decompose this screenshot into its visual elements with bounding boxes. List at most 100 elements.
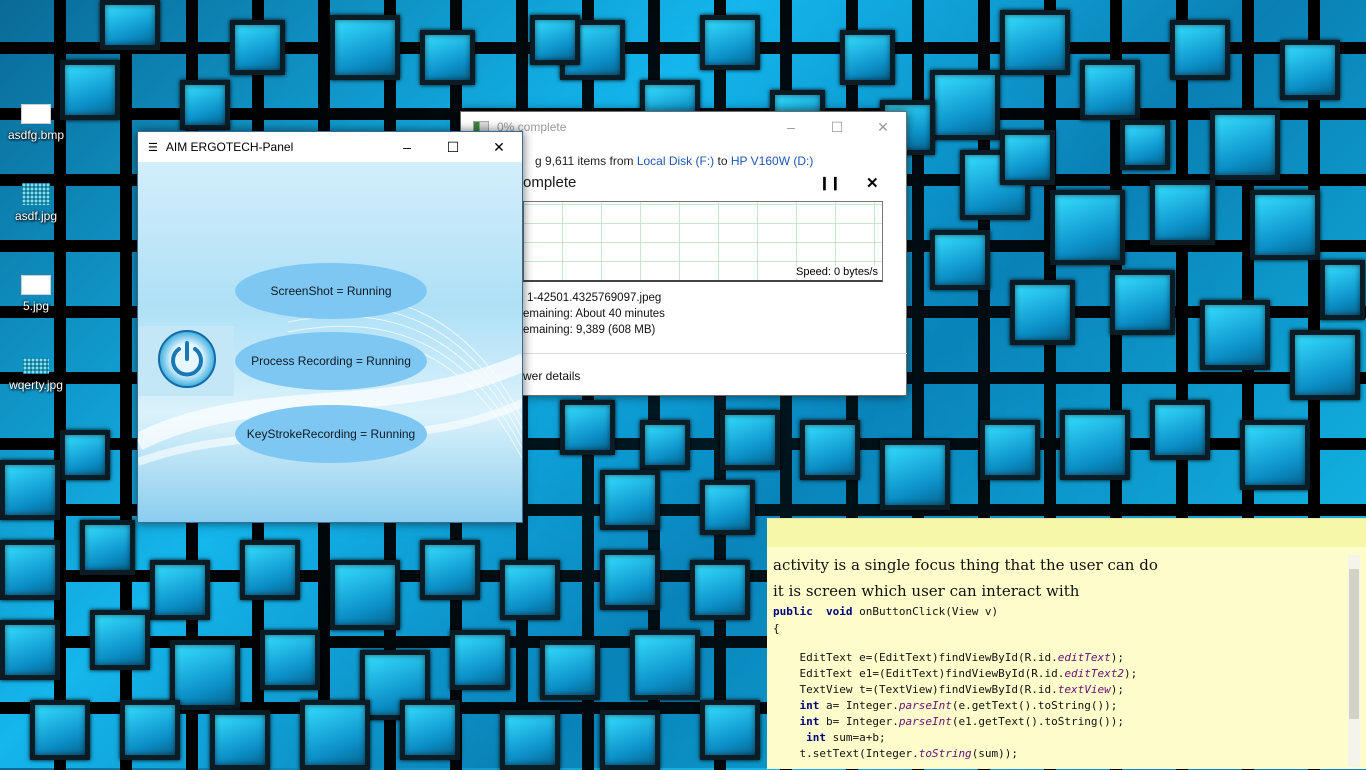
wallpaper-square bbox=[530, 15, 580, 65]
aim-panel-window[interactable]: ☰ AIM ERGOTECH-Panel – ☐ ✕ ScreenShot = … bbox=[137, 131, 523, 523]
source-link[interactable]: Local Disk (F:) bbox=[637, 154, 714, 168]
desktop-icon-label: wqerty.jpg bbox=[9, 378, 63, 392]
code-line-3: TextView t=(TextView)findViewById(R.id.t… bbox=[773, 683, 1124, 696]
wallpaper-square bbox=[180, 80, 230, 130]
code-text: EditText e1=(EditText)findViewById(R.id. bbox=[773, 667, 1065, 680]
close-button[interactable]: ✕ bbox=[860, 112, 906, 142]
code-text: a= Integer. bbox=[819, 699, 899, 712]
code-text: sum=a+b; bbox=[825, 731, 886, 744]
close-icon[interactable]: ✕ bbox=[866, 174, 879, 192]
desktop-icon-asdfg[interactable]: asdfg.bmp bbox=[0, 104, 72, 142]
wallpaper-square bbox=[690, 560, 750, 620]
maximize-button[interactable]: ☐ bbox=[814, 112, 860, 142]
code-line-5: int b= Integer.parseInt(e1.getText().toS… bbox=[773, 715, 1124, 728]
destination-link[interactable]: HP V160W (D:) bbox=[731, 154, 813, 168]
progress-heading: omplete bbox=[523, 174, 577, 191]
speed-graph: Speed: 0 bytes/s bbox=[523, 201, 883, 282]
wallpaper-square bbox=[150, 560, 210, 620]
copy-summary: g 9,611 items from Local Disk (F:) to HP… bbox=[535, 154, 813, 168]
wallpaper-square bbox=[880, 440, 950, 510]
code-keyword: int bbox=[773, 731, 826, 744]
wallpaper-square bbox=[300, 700, 370, 770]
code-identifier: editText bbox=[1057, 651, 1111, 664]
wallpaper-square bbox=[540, 640, 600, 700]
code-line-1: EditText e=(EditText)findViewById(R.id.e… bbox=[773, 651, 1124, 664]
wallpaper-square bbox=[1110, 270, 1175, 335]
fewer-details-toggle[interactable]: wer details bbox=[523, 369, 580, 383]
image-file-icon bbox=[21, 275, 51, 295]
wallpaper-square bbox=[600, 470, 660, 530]
code-text: TextView t=(TextView)findViewById(R.id. bbox=[773, 683, 1058, 696]
code-keyword: int bbox=[773, 699, 820, 712]
code-text: (e1.getText().toString()); bbox=[951, 715, 1125, 728]
code-keyword: public void bbox=[773, 605, 853, 618]
code-text: (sum)); bbox=[971, 747, 1019, 760]
items-remaining: emaining: 9,389 (608 MB) bbox=[523, 324, 656, 336]
note-line-1: activity is a single focus thing that th… bbox=[773, 556, 1158, 574]
copy-progress-window[interactable]: 0% complete – ☐ ✕ g 9,611 items from Loc… bbox=[460, 111, 907, 396]
maximize-button[interactable]: ☐ bbox=[430, 132, 476, 162]
code-text: EditText e=(EditText)findViewById(R.id. bbox=[773, 651, 1058, 664]
wallpaper-square bbox=[1250, 190, 1320, 260]
aim-window-title: AIM ERGOTECH-Panel bbox=[165, 140, 294, 154]
minimize-button[interactable]: – bbox=[768, 112, 814, 142]
close-button[interactable]: ✕ bbox=[476, 132, 522, 162]
wallpaper-square bbox=[560, 400, 615, 455]
wallpaper-square bbox=[1080, 60, 1140, 120]
file-name: 1-42501.4325769097.jpeg bbox=[527, 292, 662, 304]
wallpaper-square bbox=[600, 550, 660, 610]
wallpaper-square bbox=[930, 70, 1000, 140]
aim-titlebar[interactable]: ☰ AIM ERGOTECH-Panel – ☐ ✕ bbox=[138, 132, 522, 162]
wallpaper-square bbox=[230, 20, 285, 75]
wallpaper-square bbox=[840, 30, 895, 85]
code-identifier: parseInt bbox=[898, 699, 952, 712]
image-file-icon bbox=[22, 183, 50, 205]
wallpaper-square bbox=[500, 560, 560, 620]
code-identifier: parseInt bbox=[898, 715, 952, 728]
wallpaper-square bbox=[1050, 190, 1125, 265]
aim-app-icon: ☰ bbox=[148, 141, 158, 154]
wallpaper-square bbox=[30, 700, 90, 760]
note-line-2: it is screen which user can interact wit… bbox=[773, 582, 1080, 600]
copy-summary-text: g 9,611 items from bbox=[535, 154, 634, 168]
process-recording-status-pill[interactable]: Process Recording = Running bbox=[235, 332, 427, 390]
code-line-brace: { bbox=[773, 622, 780, 635]
screenshot-status-pill[interactable]: ScreenShot = Running bbox=[235, 263, 427, 319]
image-file-icon bbox=[23, 358, 49, 374]
desktop-icon-wqerty[interactable]: wqerty.jpg bbox=[0, 358, 72, 392]
image-file-icon bbox=[21, 104, 51, 124]
code-text: t.setText(Integer. bbox=[773, 747, 919, 760]
copy-titlebar[interactable]: 0% complete – ☐ ✕ bbox=[461, 112, 906, 142]
code-text: ); bbox=[1110, 683, 1125, 696]
keystroke-recording-status-pill[interactable]: KeyStrokeRecording = Running bbox=[235, 405, 427, 463]
pause-icon[interactable]: ❙❙ bbox=[819, 175, 841, 191]
wallpaper-square bbox=[330, 560, 400, 630]
code-line-4: int a= Integer.parseInt(e.getText().toSt… bbox=[773, 699, 1117, 712]
code-identifier: editText2 bbox=[1064, 667, 1125, 680]
time-remaining: emaining: About 40 minutes bbox=[523, 308, 665, 320]
copy-window-title: 0% complete bbox=[497, 120, 567, 134]
wallpaper-square bbox=[1060, 410, 1130, 480]
desktop-icon-label: asdf.jpg bbox=[14, 209, 58, 223]
sticky-note[interactable]: activity is a single focus thing that th… bbox=[767, 518, 1366, 769]
desktop-icon-label: asdfg.bmp bbox=[7, 128, 65, 142]
wallpaper-square bbox=[170, 640, 240, 710]
wallpaper-square bbox=[0, 460, 60, 520]
sticky-scrollbar[interactable] bbox=[1348, 555, 1360, 767]
scrollbar-thumb[interactable] bbox=[1349, 569, 1359, 719]
desktop-icon-label: 5.jpg bbox=[22, 299, 50, 313]
sticky-note-header[interactable] bbox=[767, 519, 1366, 547]
desktop-icon-5[interactable]: 5.jpg bbox=[0, 275, 72, 313]
code-line-2: EditText e1=(EditText)findViewById(R.id.… bbox=[773, 667, 1137, 680]
minimize-button[interactable]: – bbox=[384, 132, 430, 162]
keystroke-recording-status: KeyStrokeRecording = Running bbox=[246, 427, 416, 441]
code-line-signature: public void onButtonClick(View v) bbox=[773, 605, 998, 618]
wallpaper-square bbox=[100, 0, 160, 50]
desktop-icon-asdf[interactable]: asdf.jpg bbox=[0, 183, 72, 223]
power-icon[interactable] bbox=[158, 330, 216, 388]
wallpaper-square bbox=[0, 620, 60, 680]
wallpaper-square bbox=[720, 410, 780, 470]
wallpaper-square bbox=[600, 710, 660, 770]
code-text: ); bbox=[1110, 651, 1125, 664]
wallpaper-square bbox=[1240, 420, 1310, 490]
